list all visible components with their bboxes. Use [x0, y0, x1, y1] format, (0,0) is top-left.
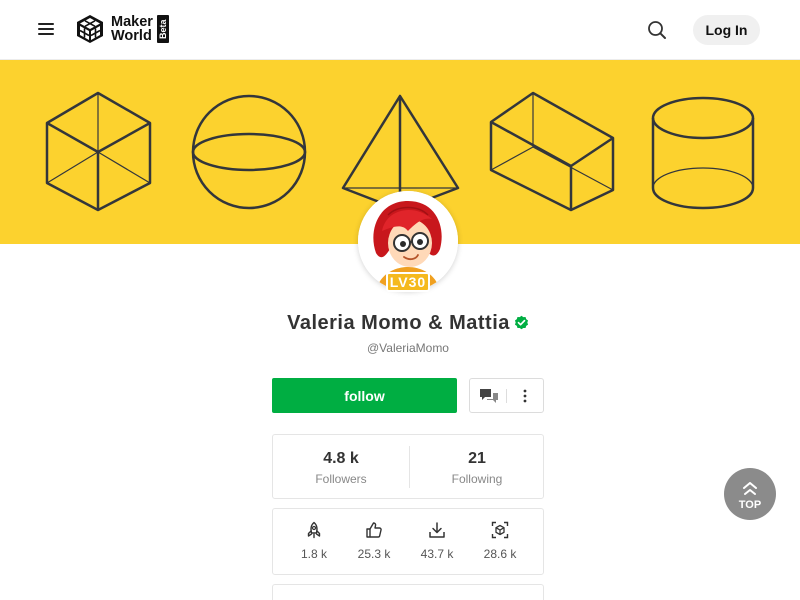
logo-line-2: World [111, 28, 152, 44]
follow-button[interactable]: follow [272, 378, 457, 413]
chevron-up-icon [743, 482, 757, 495]
profile-name-text: Valeria Momo & Mattia [287, 312, 510, 334]
beta-badge: Beta [156, 15, 169, 43]
followers-label: Followers [315, 472, 367, 486]
login-button[interactable]: Log In [693, 15, 760, 45]
following-count: 21 [468, 450, 486, 467]
verified-icon [514, 315, 528, 330]
rectangular-prism-shape [489, 91, 615, 212]
rocket-icon [307, 521, 321, 539]
back-to-top-button[interactable]: TOP [724, 468, 776, 520]
likes-stat: 25.3 k [344, 521, 404, 561]
following-stat[interactable]: 21 Following [409, 435, 545, 500]
boosts-stat: 1.8 k [284, 521, 344, 561]
cylinder-shape [651, 96, 755, 210]
following-label: Following [451, 472, 503, 486]
level-badge: LV30 [386, 272, 430, 292]
downloads-stat: 43.7 k [407, 521, 467, 561]
search-icon[interactable] [646, 19, 668, 41]
prints-stat: 28.6 k [470, 521, 530, 561]
secondary-actions [469, 378, 544, 413]
sphere-shape [191, 94, 307, 210]
logo-cube-icon [77, 15, 103, 43]
chat-icon[interactable] [479, 388, 499, 404]
downloads-count: 43.7 k [420, 547, 454, 561]
action-divider [506, 389, 507, 403]
download-icon [429, 522, 445, 538]
menu-icon[interactable] [38, 20, 58, 40]
followers-stat[interactable]: 4.8 k Followers [273, 435, 409, 500]
cube-shape [45, 91, 152, 212]
top-header: Maker World Beta Log In [0, 0, 800, 60]
boosts-count: 1.8 k [300, 547, 327, 561]
more-icon[interactable] [518, 387, 532, 405]
profile-name: Valeria Momo & Mattia [0, 312, 800, 335]
thumbs-up-icon [366, 522, 382, 538]
follow-stats-card: 4.8 k Followers 21 Following [272, 434, 544, 499]
top-label: TOP [738, 499, 762, 511]
profile-handle: @ValeriaMomo [367, 341, 449, 355]
prints-count: 28.6 k [483, 547, 517, 561]
followers-count: 4.8 k [323, 450, 359, 467]
logo-wordmark: Maker World [111, 14, 153, 44]
print-scan-icon [491, 521, 509, 539]
activity-stats-card: 1.8 k 25.3 k 43.7 k 28.6 k [272, 508, 544, 575]
likes-count: 25.3 k [357, 547, 391, 561]
next-section-card [272, 584, 544, 600]
makerworld-logo[interactable]: Maker World Beta [75, 14, 169, 44]
logo-line-1: Maker [111, 14, 153, 30]
